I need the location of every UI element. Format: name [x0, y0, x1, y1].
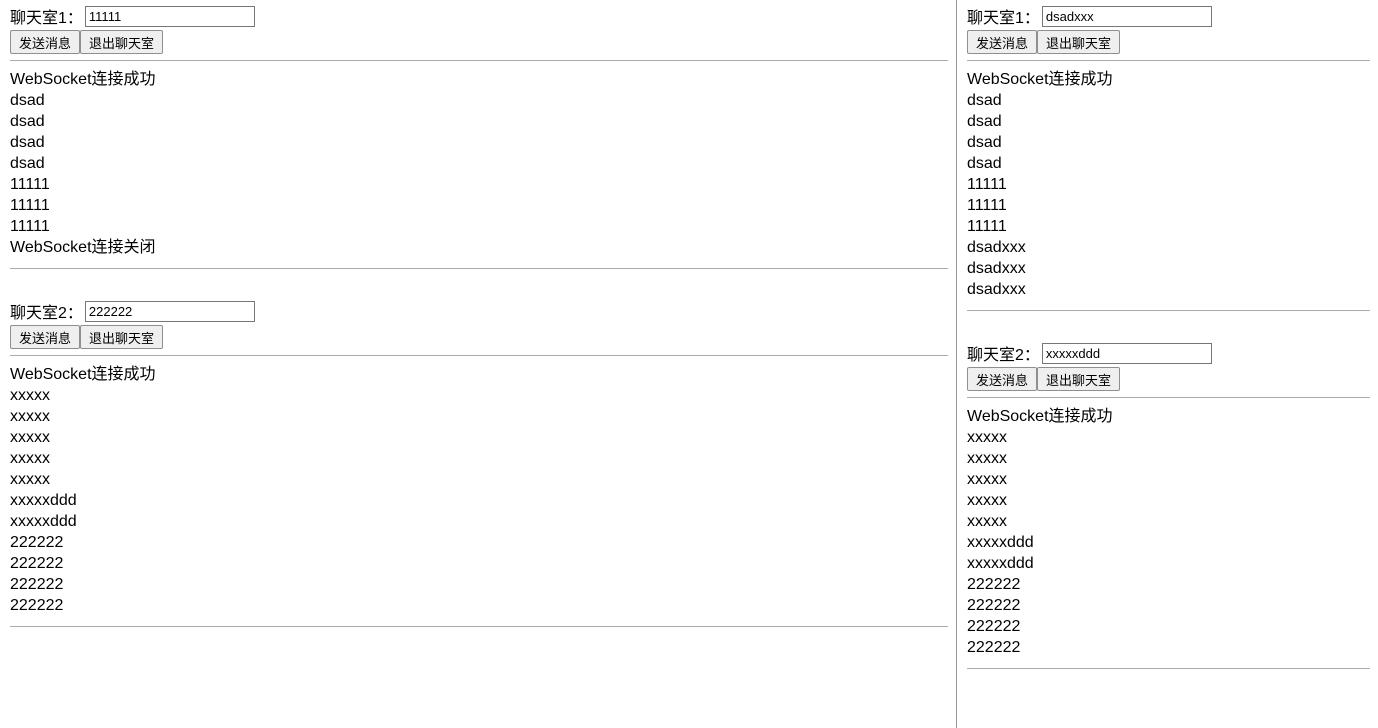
right-room1-input[interactable] — [1042, 6, 1212, 27]
message-line: 11111 — [10, 195, 948, 216]
message-line: 11111 — [10, 174, 948, 195]
message-line: xxxxx — [967, 511, 1370, 532]
divider — [10, 355, 948, 356]
message-line: xxxxx — [10, 406, 948, 427]
message-line: 222222 — [10, 574, 948, 595]
message-line: 222222 — [967, 574, 1370, 595]
message-line: dsad — [967, 90, 1370, 111]
right-room2-block: 聊天室2： 发送消息退出聊天室 WebSocket连接成功xxxxxxxxxxx… — [967, 341, 1370, 669]
divider — [10, 268, 948, 269]
message-line: dsad — [10, 132, 948, 153]
right-room2-input[interactable] — [1042, 343, 1212, 364]
divider — [967, 668, 1370, 669]
message-line: WebSocket连接成功 — [10, 364, 948, 385]
message-line: dsad — [967, 111, 1370, 132]
right-room1-block: 聊天室1： 发送消息退出聊天室 WebSocket连接成功dsaddsaddsa… — [967, 4, 1370, 311]
message-line: xxxxx — [10, 427, 948, 448]
right-room1-label: 聊天室1： — [967, 4, 1040, 28]
message-line: WebSocket连接成功 — [967, 69, 1370, 90]
left-room2-exit-button[interactable]: 退出聊天室 — [80, 325, 163, 349]
message-line: 222222 — [967, 616, 1370, 637]
message-line: xxxxxddd — [967, 532, 1370, 553]
right-room2-label: 聊天室2： — [967, 341, 1040, 365]
message-line: dsad — [967, 132, 1370, 153]
right-room1-send-button[interactable]: 发送消息 — [967, 30, 1037, 54]
message-line: xxxxx — [10, 469, 948, 490]
message-line: 11111 — [967, 195, 1370, 216]
left-room1-header: 聊天室1： — [10, 4, 948, 28]
left-room2-input[interactable] — [85, 301, 255, 322]
right-room2-exit-button[interactable]: 退出聊天室 — [1037, 367, 1120, 391]
right-room1-messages: WebSocket连接成功dsaddsaddsaddsad11111111111… — [967, 69, 1370, 300]
message-line: 222222 — [10, 532, 948, 553]
message-line: dsad — [10, 90, 948, 111]
left-room1-send-button[interactable]: 发送消息 — [10, 30, 80, 54]
message-line: 222222 — [967, 637, 1370, 658]
left-room1-buttons: 发送消息退出聊天室 — [10, 30, 948, 54]
left-room2-header: 聊天室2： — [10, 299, 948, 323]
message-line: dsad — [10, 153, 948, 174]
message-line: 11111 — [967, 216, 1370, 237]
divider — [967, 310, 1370, 311]
right-pane: 聊天室1： 发送消息退出聊天室 WebSocket连接成功dsaddsaddsa… — [957, 0, 1378, 728]
message-line: xxxxx — [967, 469, 1370, 490]
right-room1-header: 聊天室1： — [967, 4, 1370, 28]
left-room1-messages: WebSocket连接成功dsaddsaddsaddsad11111111111… — [10, 69, 948, 258]
message-line: dsadxxx — [967, 279, 1370, 300]
message-line: xxxxx — [967, 427, 1370, 448]
message-line: dsadxxx — [967, 237, 1370, 258]
left-room2-label: 聊天室2： — [10, 299, 83, 323]
message-line: xxxxx — [967, 490, 1370, 511]
message-line: xxxxxddd — [10, 490, 948, 511]
left-room1-block: 聊天室1： 发送消息退出聊天室 WebSocket连接成功dsaddsaddsa… — [10, 4, 948, 269]
message-line: WebSocket连接成功 — [10, 69, 948, 90]
divider — [967, 397, 1370, 398]
left-room1-exit-button[interactable]: 退出聊天室 — [80, 30, 163, 54]
left-room1-input[interactable] — [85, 6, 255, 27]
right-room2-buttons: 发送消息退出聊天室 — [967, 367, 1370, 391]
message-line: 222222 — [10, 595, 948, 616]
left-room2-block: 聊天室2： 发送消息退出聊天室 WebSocket连接成功xxxxxxxxxxx… — [10, 299, 948, 627]
right-room2-header: 聊天室2： — [967, 341, 1370, 365]
message-line: dsadxxx — [967, 258, 1370, 279]
message-line: xxxxx — [10, 385, 948, 406]
message-line: WebSocket连接成功 — [967, 406, 1370, 427]
left-room2-messages: WebSocket连接成功xxxxxxxxxxxxxxxxxxxxxxxxxxx… — [10, 364, 948, 616]
message-line: 222222 — [10, 553, 948, 574]
left-room2-send-button[interactable]: 发送消息 — [10, 325, 80, 349]
divider — [967, 60, 1370, 61]
message-line: xxxxxddd — [10, 511, 948, 532]
message-line: 11111 — [10, 216, 948, 237]
message-line: 11111 — [967, 174, 1370, 195]
right-room1-buttons: 发送消息退出聊天室 — [967, 30, 1370, 54]
message-line: WebSocket连接关闭 — [10, 237, 948, 258]
left-room1-label: 聊天室1： — [10, 4, 83, 28]
right-room1-exit-button[interactable]: 退出聊天室 — [1037, 30, 1120, 54]
divider — [10, 626, 948, 627]
right-room2-messages: WebSocket连接成功xxxxxxxxxxxxxxxxxxxxxxxxxxx… — [967, 406, 1370, 658]
message-line: xxxxx — [10, 448, 948, 469]
left-pane: 聊天室1： 发送消息退出聊天室 WebSocket连接成功dsaddsaddsa… — [0, 0, 957, 728]
app-container: 聊天室1： 发送消息退出聊天室 WebSocket连接成功dsaddsaddsa… — [0, 0, 1378, 728]
message-line: dsad — [10, 111, 948, 132]
message-line: xxxxx — [967, 448, 1370, 469]
divider — [10, 60, 948, 61]
message-line: 222222 — [967, 595, 1370, 616]
message-line: dsad — [967, 153, 1370, 174]
right-room2-send-button[interactable]: 发送消息 — [967, 367, 1037, 391]
left-room2-buttons: 发送消息退出聊天室 — [10, 325, 948, 349]
message-line: xxxxxddd — [967, 553, 1370, 574]
